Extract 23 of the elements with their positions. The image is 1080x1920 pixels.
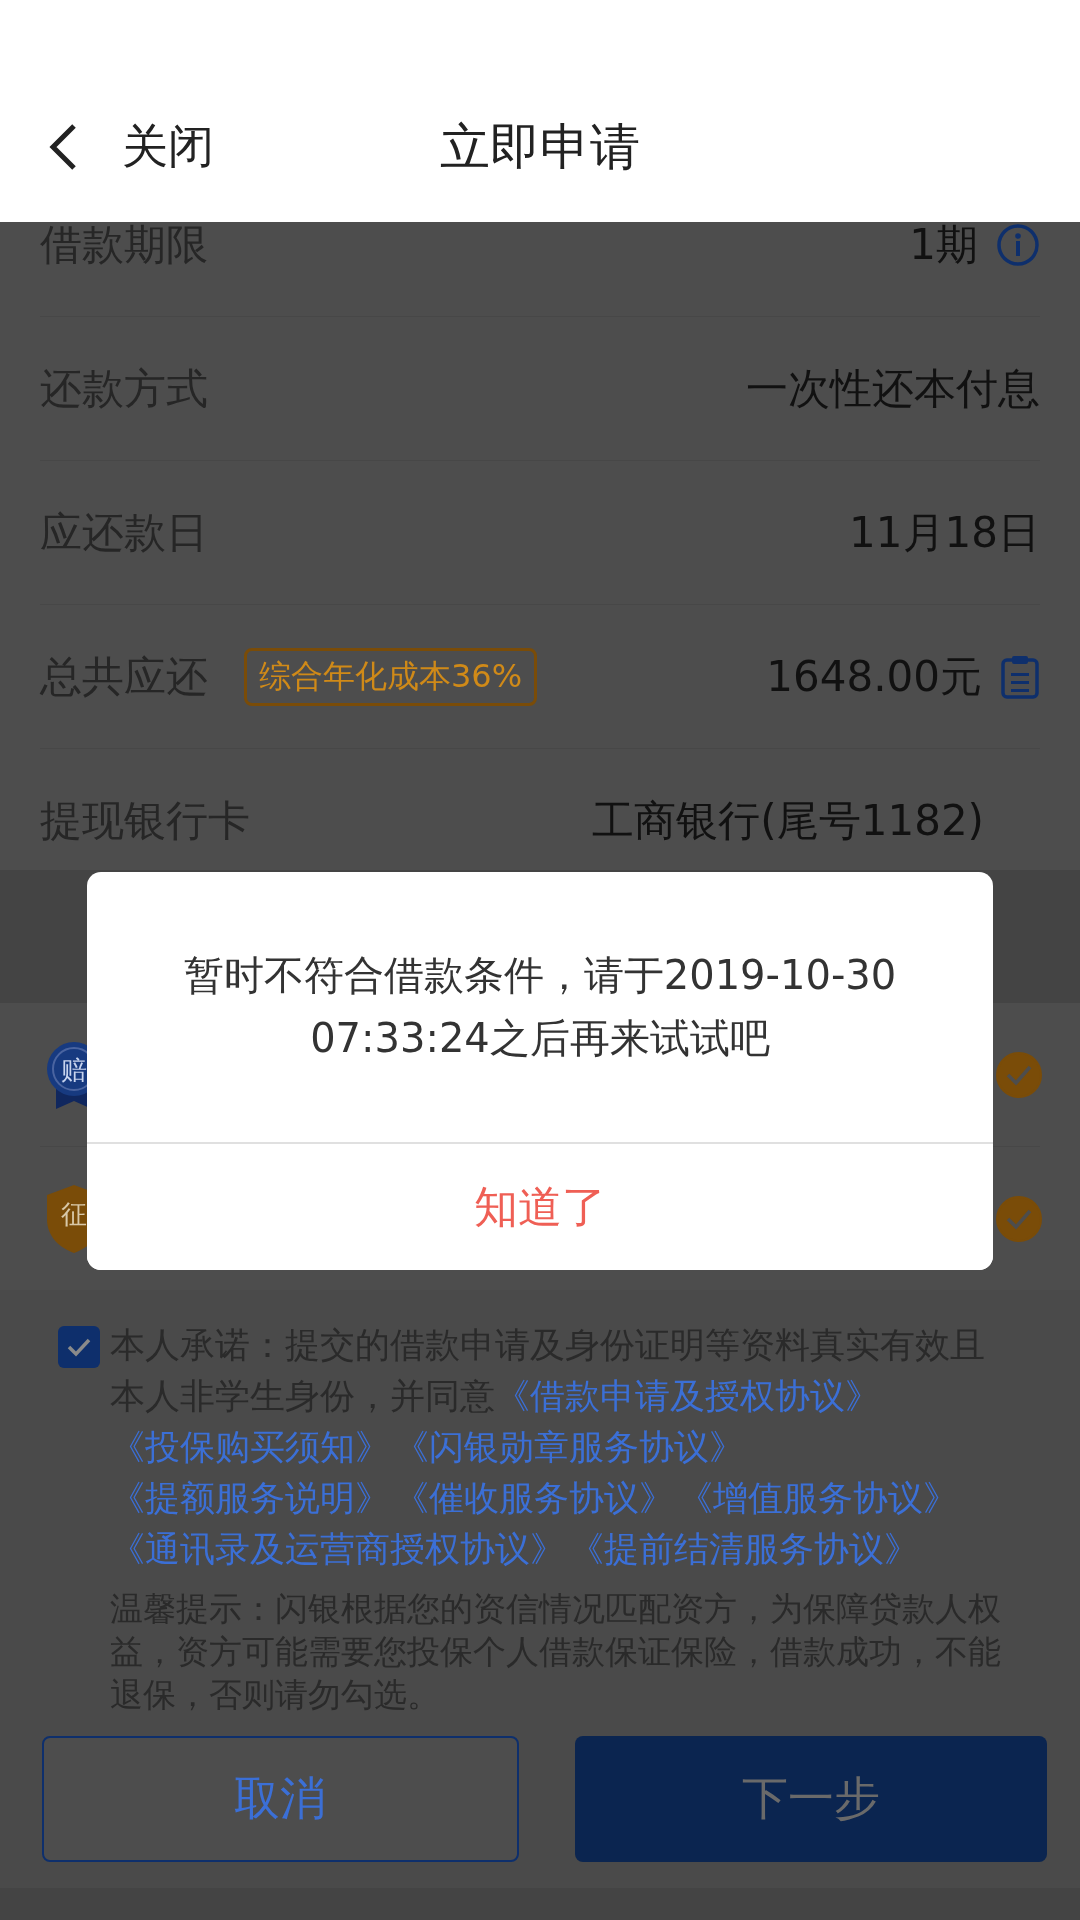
next-button[interactable]: 下一步 bbox=[574, 1736, 1047, 1862]
agreement-link[interactable]: 《提额服务说明》 bbox=[110, 1478, 390, 1518]
agreement-link[interactable]: 《提前结清服务协议》 bbox=[569, 1529, 919, 1569]
field-value: 11月18日 bbox=[849, 506, 1040, 559]
clipboard-icon[interactable] bbox=[1000, 653, 1040, 700]
back-button[interactable]: 关闭 bbox=[48, 116, 214, 178]
agreement-link[interactable]: 《投保购买须知》 bbox=[110, 1427, 390, 1467]
agreement-link[interactable]: 《催收服务协议》 bbox=[394, 1478, 674, 1518]
agreement-link[interactable]: 《通讯录及运营商授权协议》 bbox=[110, 1529, 565, 1569]
field-value: 一次性还本付息 bbox=[746, 362, 1040, 415]
page-title: 立即申请 bbox=[440, 116, 640, 178]
agreement-link[interactable]: 《增值服务协议》 bbox=[678, 1478, 958, 1518]
agreement-link[interactable]: 《借款申请及授权协议》 bbox=[495, 1376, 880, 1416]
cancel-button[interactable]: 取消 bbox=[42, 1736, 519, 1862]
check-circle-icon[interactable] bbox=[996, 1051, 1042, 1098]
cost-tag: 综合年化成本36% bbox=[244, 647, 538, 706]
info-icon[interactable] bbox=[996, 222, 1040, 267]
check-circle-icon[interactable] bbox=[996, 1195, 1042, 1242]
field-value: 工商银行(尾号1182) bbox=[592, 794, 984, 847]
agreement-link[interactable]: 《闪银勋章服务协议》 bbox=[394, 1427, 744, 1467]
agreement-checkbox[interactable] bbox=[58, 1326, 100, 1368]
field-value: 1648.00元 bbox=[766, 650, 982, 703]
field-value: 1期 bbox=[909, 222, 978, 271]
